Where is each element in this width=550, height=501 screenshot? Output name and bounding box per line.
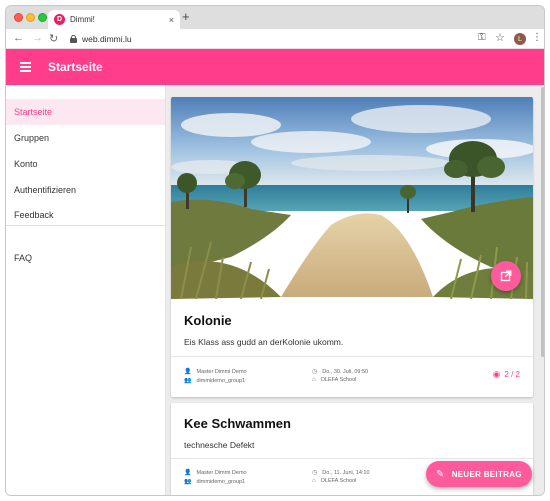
open-in-new-icon [500, 270, 512, 282]
post-group: 👥 dimmidemo_group1 [184, 478, 246, 486]
date-text: Do., 11. Juni, 14:10 [322, 469, 370, 476]
browser-tab[interactable]: D Dimmi! × [48, 10, 180, 29]
post-title: Kee Schwammen [184, 416, 291, 431]
post-divider [171, 458, 533, 459]
post-card[interactable]: Kolonie Eis Klass ass gudd an derKolonie… [171, 97, 533, 397]
page-title: Startseite [48, 60, 103, 74]
lock-icon [70, 35, 77, 43]
post-school: ⌂ OLEFA School [312, 377, 356, 383]
post-divider [171, 356, 533, 357]
clock-icon: ◷ [312, 369, 318, 375]
post-author: 👤 Master Dimmi Demo [184, 469, 247, 477]
profile-avatar[interactable]: L [514, 33, 526, 45]
sidebar-divider [6, 225, 165, 226]
open-in-new-button[interactable] [491, 261, 521, 291]
sidebar-item-faq[interactable]: FAQ [6, 245, 165, 271]
post-description: technesche Defekt [184, 440, 255, 450]
clock-icon: ◷ [312, 470, 318, 476]
sidebar-item-startseite[interactable]: Startseite [6, 99, 165, 125]
new-post-label: NEUER BEITRAG [451, 469, 522, 479]
author-name: Master Dimmi Demo [196, 469, 247, 476]
close-window-button[interactable] [14, 13, 23, 22]
minimize-window-button[interactable] [26, 13, 35, 22]
sidebar-item-gruppen[interactable]: Gruppen [6, 125, 165, 151]
post-description: Eis Klass ass gudd an derKolonie ukomm. [184, 337, 344, 347]
views-text: 2 / 2 [504, 370, 520, 379]
key-icon[interactable]: ⚿ [478, 32, 486, 43]
menu-icon[interactable] [20, 62, 31, 72]
post-school: ⌂ OLEFA School [312, 478, 356, 484]
new-tab-button[interactable]: + [182, 9, 190, 24]
forward-arrow-icon[interactable]: → [32, 32, 43, 44]
maximize-window-button[interactable] [38, 13, 47, 22]
address-bar: ← → ↻ web.dimmi.lu ⚿ ☆ L ⋮ [6, 29, 544, 49]
scrollbar[interactable] [540, 85, 544, 495]
sidebar: Startseite Gruppen Konto Authentifiziere… [6, 85, 166, 495]
tab-title: Dimmi! [70, 15, 95, 24]
sidebar-item-konto[interactable]: Konto [6, 151, 165, 177]
back-arrow-icon[interactable]: ← [13, 32, 24, 44]
post-title: Kolonie [184, 313, 232, 328]
post-author: 👤 Master Dimmi Demo [184, 368, 247, 376]
school-icon: ⌂ [312, 377, 316, 383]
omnibox[interactable]: web.dimmi.lu ⚿ ☆ L ⋮ [66, 31, 542, 47]
feed[interactable]: Kolonie Eis Klass ass gudd an derKolonie… [166, 85, 544, 495]
more-menu-icon[interactable]: ⋮ [532, 32, 542, 43]
school-name: OLEFA School [320, 478, 357, 484]
group-icon: 👥 [184, 479, 192, 485]
scrollbar-thumb[interactable] [541, 87, 544, 357]
eye-icon: ◉ [492, 369, 501, 379]
pencil-icon: ✎ [436, 468, 445, 480]
person-icon: 👤 [184, 470, 192, 476]
date-text: Do., 30. Juli, 09:50 [322, 368, 369, 375]
app-bar: Startseite [6, 49, 544, 85]
author-name: Master Dimmi Demo [196, 368, 247, 375]
school-name: OLEFA School [320, 377, 357, 383]
school-icon: ⌂ [312, 478, 316, 484]
new-post-button[interactable]: ✎ NEUER BEITRAG [426, 461, 532, 487]
reload-icon[interactable]: ↻ [49, 32, 58, 45]
post-image [171, 97, 533, 299]
post-group: 👥 dimmidemo_group1 [184, 377, 246, 385]
favicon-icon: D [54, 14, 65, 25]
group-name: dimmidemo_group1 [196, 377, 246, 384]
bookmark-star-icon[interactable]: ☆ [495, 31, 505, 44]
tab-close-icon[interactable]: × [169, 15, 174, 25]
tab-strip: D Dimmi! × + [6, 6, 544, 29]
group-icon: 👥 [184, 378, 192, 384]
group-name: dimmidemo_group1 [196, 478, 246, 485]
browser-window: D Dimmi! × + ← → ↻ web.dimmi.lu ⚿ ☆ L ⋮ … [5, 5, 545, 496]
views-counter[interactable]: ◉ 2 / 2 [493, 369, 520, 380]
sidebar-item-authentifizieren[interactable]: Authentifizieren [6, 177, 165, 203]
post-date: ◷ Do., 11. Juni, 14:10 [312, 469, 370, 477]
url-text[interactable]: web.dimmi.lu [82, 34, 132, 44]
person-icon: 👤 [184, 369, 192, 375]
post-date: ◷ Do., 30. Juli, 09:50 [312, 368, 369, 376]
